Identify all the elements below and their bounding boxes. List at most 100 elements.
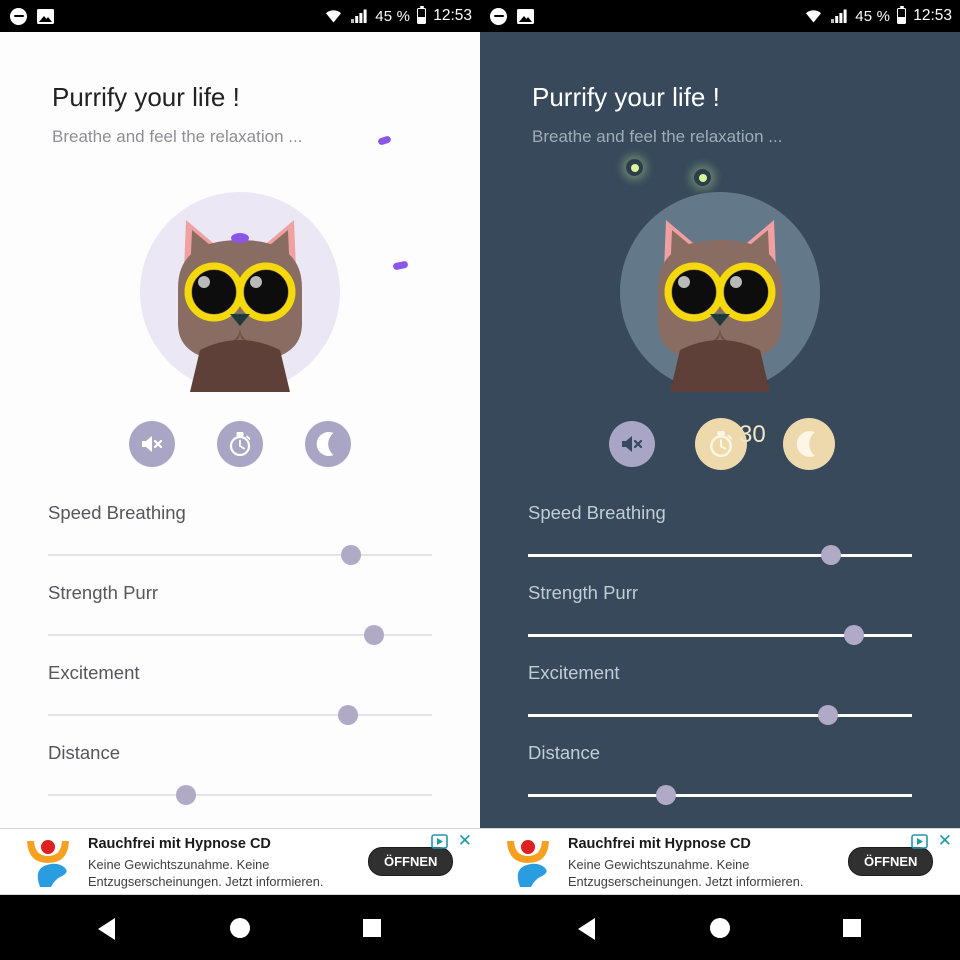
slider-thumb[interactable] xyxy=(176,785,197,805)
status-bar-right-icons: 45 % 12:53 xyxy=(324,5,472,25)
back-button[interactable] xyxy=(98,918,115,940)
slider-track[interactable] xyxy=(528,705,912,725)
glow-dot-icon xyxy=(694,169,711,186)
stopwatch-icon xyxy=(710,431,733,458)
slider-label: Excitement xyxy=(48,662,140,683)
page-subtitle: Breathe and feel the relaxation ... xyxy=(52,127,303,146)
slider-track[interactable] xyxy=(528,625,912,645)
wifi-icon xyxy=(326,10,342,23)
recents-button[interactable] xyxy=(843,919,861,937)
speaker-mute-icon xyxy=(142,436,163,452)
slider-thumb[interactable] xyxy=(364,625,385,645)
slider-excitement[interactable]: Excitement xyxy=(480,662,960,742)
moon-icon xyxy=(316,432,334,456)
slider-speed-breathing[interactable]: Speed Breathing xyxy=(480,502,960,582)
settings-sliders: Speed Breathing Strength Purr Excitement… xyxy=(0,502,480,822)
slider-strength-purr[interactable]: Strength Purr xyxy=(480,582,960,662)
settings-sliders: Speed Breathing Strength Purr Excitement… xyxy=(480,502,960,822)
clock-label: 12:53 xyxy=(433,7,472,24)
app-panel-light-theme: Purrify your life ! Breathe and feel the… xyxy=(0,32,480,828)
status-bar-left-icons-2 xyxy=(490,7,534,25)
ad-close-icon[interactable]: ✕ xyxy=(458,832,472,849)
slider-track[interactable] xyxy=(48,785,432,805)
slider-distance[interactable]: Distance xyxy=(480,742,960,822)
cat-face-graphic xyxy=(178,220,302,392)
stopwatch-icon xyxy=(229,432,251,457)
slider-distance[interactable]: Distance xyxy=(0,742,480,822)
slider-thumb[interactable] xyxy=(821,545,842,565)
status-bar-right-icons-2: 45 % 12:53 xyxy=(804,5,952,25)
back-button[interactable] xyxy=(578,918,595,940)
recents-button[interactable] xyxy=(363,919,381,937)
slider-excitement[interactable]: Excitement xyxy=(0,662,480,742)
signal-icon xyxy=(831,9,847,23)
slider-label: Distance xyxy=(528,742,600,763)
status-bar-right: 45 % 12:53 xyxy=(480,0,960,32)
slider-track[interactable] xyxy=(48,545,432,565)
status-bar-left-icons xyxy=(10,7,54,25)
slider-thumb[interactable] xyxy=(817,705,838,725)
advertiser-logo xyxy=(27,840,69,887)
slider-track[interactable] xyxy=(528,545,912,565)
glow-dot-icon xyxy=(626,159,643,176)
app-panel-dark-theme: Purrify your life ! Breathe and feel the… xyxy=(480,32,960,828)
ad-banner[interactable]: Rauchfrei mit Hypnose CD Keine Gewichtsz… xyxy=(480,828,960,895)
slider-track[interactable] xyxy=(48,625,432,645)
ad-description: Keine Gewichtszunahme. Keine Entzugsersc… xyxy=(88,857,324,890)
slider-strength-purr[interactable]: Strength Purr xyxy=(0,582,480,662)
android-navigation-bar xyxy=(0,896,960,960)
mute-button[interactable] xyxy=(609,421,655,467)
timer-button[interactable] xyxy=(217,421,263,467)
slider-label: Speed Breathing xyxy=(48,502,186,523)
timer-value-label: 30 xyxy=(739,421,766,448)
purr-particle-icon xyxy=(377,135,392,146)
night-mode-button[interactable] xyxy=(783,418,835,470)
ad-title: Rauchfrei mit Hypnose CD xyxy=(568,836,751,852)
slider-speed-breathing[interactable]: Speed Breathing xyxy=(0,502,480,582)
speaker-mute-icon xyxy=(622,436,643,452)
slider-track[interactable] xyxy=(48,705,432,725)
ad-open-button[interactable]: ÖFFNEN xyxy=(368,847,454,876)
do-not-disturb-icon xyxy=(10,7,27,25)
battery-percent-label: 45 % xyxy=(855,7,891,25)
slider-thumb[interactable] xyxy=(341,545,362,565)
cat-illustration[interactable] xyxy=(0,192,480,407)
page-title: Purrify your life ! xyxy=(52,82,240,112)
ad-banner[interactable]: Rauchfrei mit Hypnose CD Keine Gewichtsz… xyxy=(0,828,480,895)
slider-label: Distance xyxy=(48,742,120,763)
photo-icon xyxy=(37,8,54,24)
cat-illustration[interactable] xyxy=(480,192,960,407)
adchoices-icon[interactable] xyxy=(911,834,928,849)
home-button[interactable] xyxy=(710,918,730,938)
home-button[interactable] xyxy=(230,918,250,938)
mute-button[interactable] xyxy=(129,421,175,467)
slider-thumb[interactable] xyxy=(337,705,358,725)
ad-description: Keine Gewichtszunahme. Keine Entzugsersc… xyxy=(568,857,804,890)
slider-thumb[interactable] xyxy=(656,785,677,805)
slider-label: Strength Purr xyxy=(528,582,639,603)
slider-label: Strength Purr xyxy=(48,582,159,603)
slider-label: Excitement xyxy=(528,662,620,683)
slider-thumb[interactable] xyxy=(844,625,865,645)
status-bar-left: 45 % 12:53 xyxy=(0,0,480,32)
page-title: Purrify your life ! xyxy=(532,82,720,112)
slider-track[interactable] xyxy=(528,785,912,805)
cat-face-graphic xyxy=(658,220,782,392)
phone-screenshot-comparison: 45 % 12:53 45 % 12:53 Purrify your life … xyxy=(0,0,960,960)
action-buttons-row: 30 xyxy=(480,417,960,481)
moon-icon xyxy=(796,431,815,457)
photo-icon xyxy=(517,8,534,24)
battery-percent-label: 45 % xyxy=(375,7,411,25)
battery-icon xyxy=(897,5,907,24)
signal-icon xyxy=(351,9,367,23)
do-not-disturb-icon xyxy=(490,7,507,25)
advertiser-logo xyxy=(507,840,549,887)
ad-open-button[interactable]: ÖFFNEN xyxy=(848,847,934,876)
glowing-eye-indicators xyxy=(480,152,960,192)
action-buttons-row xyxy=(0,417,480,481)
page-subtitle: Breathe and feel the relaxation ... xyxy=(532,127,783,146)
adchoices-icon[interactable] xyxy=(431,834,448,849)
ad-close-icon[interactable]: ✕ xyxy=(938,832,952,849)
ad-title: Rauchfrei mit Hypnose CD xyxy=(88,836,271,852)
night-mode-button[interactable] xyxy=(305,421,351,467)
